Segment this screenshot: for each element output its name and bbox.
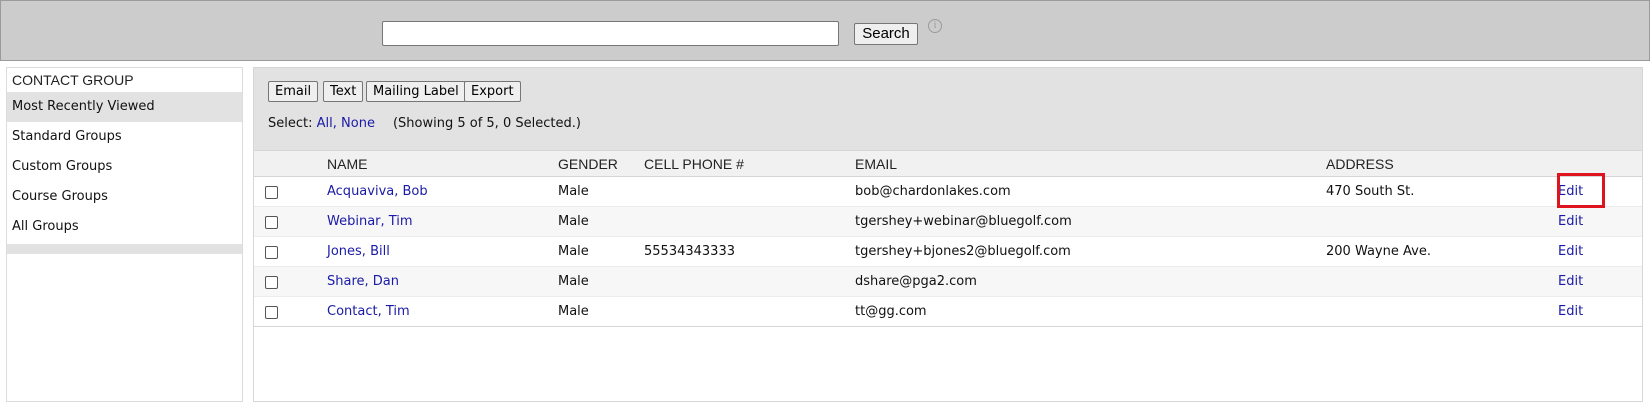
contact-email: tgershey+webinar@bluegolf.com xyxy=(855,214,1072,229)
contact-name-link[interactable]: Jones, Bill xyxy=(327,237,390,267)
select-line: Select: All, None (Showing 5 of 5, 0 Sele… xyxy=(268,116,581,131)
showing-count: (Showing 5 of 5, 0 Selected.) xyxy=(392,116,581,131)
sidebar-item-most-recently-viewed[interactable]: Most Recently Viewed xyxy=(7,92,242,122)
contact-group-sidebar: CONTACT GROUP Most Recently Viewed Stand… xyxy=(6,67,243,402)
edit-link[interactable]: Edit xyxy=(1558,207,1583,237)
contact-gender: Male xyxy=(558,274,589,289)
sidebar-item-custom-groups[interactable]: Custom Groups xyxy=(7,152,242,182)
sidebar-item-all-groups[interactable]: All Groups xyxy=(7,212,242,242)
sidebar-item-standard-groups[interactable]: Standard Groups xyxy=(7,122,242,152)
contact-gender: Male xyxy=(558,214,589,229)
search-input[interactable] xyxy=(382,21,839,46)
email-button[interactable]: Email xyxy=(268,81,319,102)
contacts-panel: Email Text Mailing Label Export Select: … xyxy=(253,67,1643,402)
table-row: Contact, Tim Male tt@gg.com Edit xyxy=(254,297,1642,327)
contact-address: 470 South St. xyxy=(1326,184,1415,199)
edit-link[interactable]: Edit xyxy=(1558,237,1583,267)
table-row: Share, Dan Male dshare@pga2.com Edit xyxy=(254,267,1642,297)
contact-name-link[interactable]: Contact, Tim xyxy=(327,297,410,327)
table-row: Jones, Bill Male 55534343333 tgershey+bj… xyxy=(254,237,1642,267)
contact-gender: Male xyxy=(558,244,589,259)
contact-email: tgershey+bjones2@bluegolf.com xyxy=(855,244,1071,259)
edit-link[interactable]: Edit xyxy=(1558,267,1583,297)
table-row: Acquaviva, Bob Male bob@chardonlakes.com… xyxy=(254,177,1642,207)
select-all-link[interactable]: All xyxy=(317,116,333,131)
column-header-name[interactable]: NAME xyxy=(327,151,367,177)
column-header-gender[interactable]: GENDER xyxy=(558,151,618,177)
action-toolbar: Email Text Mailing Label Export Select: … xyxy=(254,68,1642,150)
column-header-email[interactable]: EMAIL xyxy=(855,151,897,177)
top-search-bar: Search i xyxy=(0,0,1650,61)
row-checkbox[interactable] xyxy=(265,216,278,229)
column-header-cell-phone[interactable]: CELL PHONE # xyxy=(644,151,744,177)
table-row: Webinar, Tim Male tgershey+webinar@blueg… xyxy=(254,207,1642,237)
contact-name-link[interactable]: Acquaviva, Bob xyxy=(327,177,428,207)
contacts-table-body: Acquaviva, Bob Male bob@chardonlakes.com… xyxy=(254,177,1642,327)
select-separator: , xyxy=(332,116,337,131)
contact-name-link[interactable]: Webinar, Tim xyxy=(327,207,413,237)
select-label: Select: xyxy=(268,116,313,131)
search-button[interactable]: Search xyxy=(854,23,918,45)
column-header-address[interactable]: ADDRESS xyxy=(1326,151,1394,177)
contact-email: dshare@pga2.com xyxy=(855,274,977,289)
contact-gender: Male xyxy=(558,304,589,319)
text-button[interactable]: Text xyxy=(323,81,364,102)
contact-gender: Male xyxy=(558,184,589,199)
edit-link[interactable]: Edit xyxy=(1558,297,1583,327)
contact-phone: 55534343333 xyxy=(644,244,735,259)
mailing-label-button[interactable]: Mailing Label xyxy=(366,81,466,102)
export-button[interactable]: Export xyxy=(464,81,521,102)
sidebar-header: CONTACT GROUP xyxy=(12,72,134,88)
select-none-link[interactable]: None xyxy=(341,116,375,131)
row-checkbox[interactable] xyxy=(265,246,278,259)
contact-email: tt@gg.com xyxy=(855,304,927,319)
row-checkbox[interactable] xyxy=(265,186,278,199)
contact-name-link[interactable]: Share, Dan xyxy=(327,267,399,297)
info-icon[interactable]: i xyxy=(928,19,942,33)
sidebar-item-course-groups[interactable]: Course Groups xyxy=(7,182,242,212)
edit-highlight-box xyxy=(1557,173,1605,208)
row-checkbox[interactable] xyxy=(265,306,278,319)
contact-address: 200 Wayne Ave. xyxy=(1326,244,1431,259)
sidebar-footer-bar xyxy=(7,244,242,254)
row-checkbox[interactable] xyxy=(265,276,278,289)
contact-email: bob@chardonlakes.com xyxy=(855,184,1011,199)
table-header: NAME GENDER CELL PHONE # EMAIL ADDRESS xyxy=(254,150,1642,177)
